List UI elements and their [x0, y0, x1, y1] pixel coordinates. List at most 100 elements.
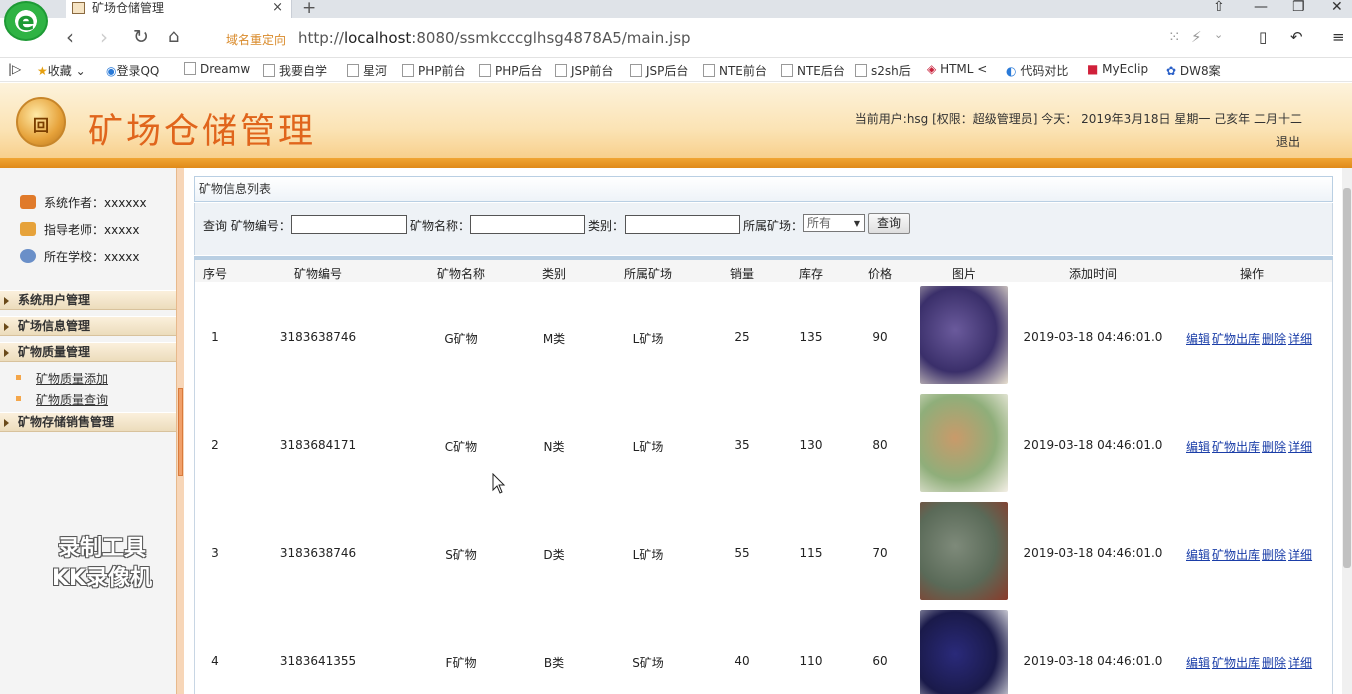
cell-name: C矿物: [444, 440, 478, 454]
lightning-icon[interactable]: ⚡: [1191, 28, 1202, 46]
grid-icon[interactable]: ⁙: [1168, 28, 1181, 46]
sidebar-toggle-icon[interactable]: |▷: [8, 62, 21, 76]
watermark-line: KK录像机: [51, 566, 153, 591]
bookmark-item[interactable]: 我要自学: [263, 62, 327, 79]
app-header: 回 矿场仓储管理 当前用户:hsg [权限：超级管理员] 今天： 2019年3月…: [0, 83, 1352, 168]
menu-system-users[interactable]: 系统用户管理: [0, 290, 176, 310]
undo-icon[interactable]: ↶: [1290, 28, 1303, 46]
bookmark-label: 星河: [363, 64, 388, 78]
bookmark-item[interactable]: ■ MyEclip: [1087, 62, 1148, 76]
outbound-link[interactable]: 矿物出库: [1212, 656, 1260, 670]
page-icon: [402, 64, 414, 77]
cell-sales: 35: [734, 438, 750, 452]
delete-link[interactable]: 删除: [1262, 656, 1286, 670]
col-price: 价格: [867, 267, 893, 281]
bookmark-item[interactable]: 星河: [347, 62, 387, 79]
detail-link[interactable]: 详细: [1288, 440, 1312, 454]
menu-storage-sales[interactable]: 矿物存储销售管理: [0, 412, 176, 432]
detail-link[interactable]: 详细: [1288, 548, 1312, 562]
cell-sales: 25: [734, 330, 750, 344]
outbound-link[interactable]: 矿物出库: [1212, 548, 1260, 562]
cell-time: 2019-03-18 04:46:01.0: [1023, 654, 1163, 668]
name-input[interactable]: [470, 215, 585, 234]
bookmark-item[interactable]: ◉登录QQ: [106, 62, 159, 79]
category-input[interactable]: [625, 215, 740, 234]
browser-tab-bar: 矿场仓储管理 × + ⇧ — ❐ ✕: [0, 0, 1352, 18]
bookmark-item[interactable]: NTE前台: [703, 62, 767, 79]
cell-mine: S矿场: [632, 656, 664, 670]
skin-icon[interactable]: ⇧: [1213, 0, 1225, 15]
url-host: localhost: [343, 29, 412, 47]
scrollbar-thumb[interactable]: [1343, 188, 1351, 568]
menu-icon[interactable]: ≡: [1332, 28, 1345, 46]
splitter-handle[interactable]: [178, 388, 183, 476]
logout-link[interactable]: 退出: [1276, 133, 1300, 150]
bookmark-item[interactable]: NTE后台: [781, 62, 845, 79]
mine-select[interactable]: 所有: [803, 214, 865, 232]
browser-tab[interactable]: 矿场仓储管理 ×: [66, 0, 292, 18]
url-field[interactable]: http://localhost:8080/ssmkcccglhsg4878A5…: [298, 29, 691, 47]
minimize-icon[interactable]: —: [1254, 0, 1268, 15]
bookmark-item[interactable]: PHP后台: [479, 62, 543, 79]
bookmark-item[interactable]: JSP后台: [630, 62, 688, 79]
cell-price: 60: [872, 654, 888, 668]
bookmark-item[interactable]: ✿ DW8案: [1166, 62, 1221, 79]
bookmark-item[interactable]: Dreamw: [184, 62, 250, 76]
edit-link[interactable]: 编辑: [1186, 656, 1210, 670]
search-button[interactable]: 查询: [868, 213, 910, 234]
bookmark-favorites[interactable]: ★收藏 ⌄: [37, 62, 86, 79]
refresh-icon[interactable]: ↻: [133, 24, 149, 50]
outbound-link[interactable]: 矿物出库: [1212, 440, 1260, 454]
bookmark-item[interactable]: ◐ 代码对比: [1006, 62, 1068, 79]
new-tab-icon[interactable]: +: [302, 0, 316, 18]
bookmark-item[interactable]: s2sh后: [855, 62, 911, 79]
panel-title: 矿物信息列表: [194, 176, 1333, 202]
school-label: 所在学校：xxxxx: [44, 250, 140, 264]
bookmark-item[interactable]: JSP前台: [555, 62, 613, 79]
main-content: 矿物信息列表 查询 矿物编号： 矿物名称： 类别： 所属矿场： 所有 查询 序号…: [194, 176, 1333, 694]
author-info: 系统作者：xxxxxx: [20, 194, 147, 211]
detail-link[interactable]: 详细: [1288, 656, 1312, 670]
chevron-down-icon[interactable]: ⌄: [1214, 28, 1223, 41]
edit-link[interactable]: 编辑: [1186, 332, 1210, 346]
menu-mineral-query[interactable]: 矿物质量查询: [15, 391, 108, 408]
delete-link[interactable]: 删除: [1262, 548, 1286, 562]
back-icon[interactable]: ‹: [66, 24, 74, 50]
page-icon: [184, 62, 196, 75]
tab-close-icon[interactable]: ×: [272, 0, 283, 16]
html-icon: ◈: [927, 62, 937, 76]
detail-link[interactable]: 详细: [1288, 332, 1312, 346]
clock-icon: [20, 222, 36, 236]
home-icon[interactable]: ⌂: [168, 24, 179, 50]
mineral-table: 序号 矿物编号 矿物名称 类别 所属矿场 销量 库存 价格 图片 添加时间 操作…: [194, 260, 1333, 694]
edit-link[interactable]: 编辑: [1186, 548, 1210, 562]
globe-icon: [20, 249, 36, 263]
edit-link[interactable]: 编辑: [1186, 440, 1210, 454]
user-info: 当前用户:hsg [权限：超级管理员] 今天： 2019年3月18日 星期一 己…: [854, 112, 1302, 126]
bookmark-label: s2sh后: [871, 64, 911, 78]
mouse-cursor-icon: [492, 473, 506, 494]
menu-mine-info[interactable]: 矿场信息管理: [0, 316, 176, 336]
mineral-image: [920, 286, 1008, 384]
page-scrollbar[interactable]: [1342, 168, 1352, 694]
close-window-icon[interactable]: ✕: [1331, 0, 1343, 15]
cell-time: 2019-03-18 04:46:01.0: [1023, 546, 1163, 560]
bookmark-item[interactable]: PHP前台: [402, 62, 466, 79]
cell-category: B类: [543, 656, 565, 670]
forward-icon[interactable]: ›: [100, 24, 108, 50]
page-icon: [347, 64, 359, 77]
sidebar-splitter[interactable]: [176, 168, 184, 694]
code-input[interactable]: [291, 215, 407, 234]
category-label: 类别：: [588, 219, 625, 233]
cell-no: 4: [211, 654, 219, 668]
bookmark-item[interactable]: ◈ HTML <: [927, 62, 987, 76]
delete-link[interactable]: 删除: [1262, 440, 1286, 454]
row-actions: 编辑 矿物出库 删除 详细: [1186, 438, 1314, 455]
delete-link[interactable]: 删除: [1262, 332, 1286, 346]
reading-icon[interactable]: ▯: [1259, 28, 1267, 46]
outbound-link[interactable]: 矿物出库: [1212, 332, 1260, 346]
menu-mineral-add[interactable]: 矿物质量添加: [15, 370, 108, 387]
cell-mine: L矿场: [632, 332, 664, 346]
menu-mineral-quality[interactable]: 矿物质量管理: [0, 342, 176, 362]
maximize-icon[interactable]: ❐: [1292, 0, 1305, 15]
